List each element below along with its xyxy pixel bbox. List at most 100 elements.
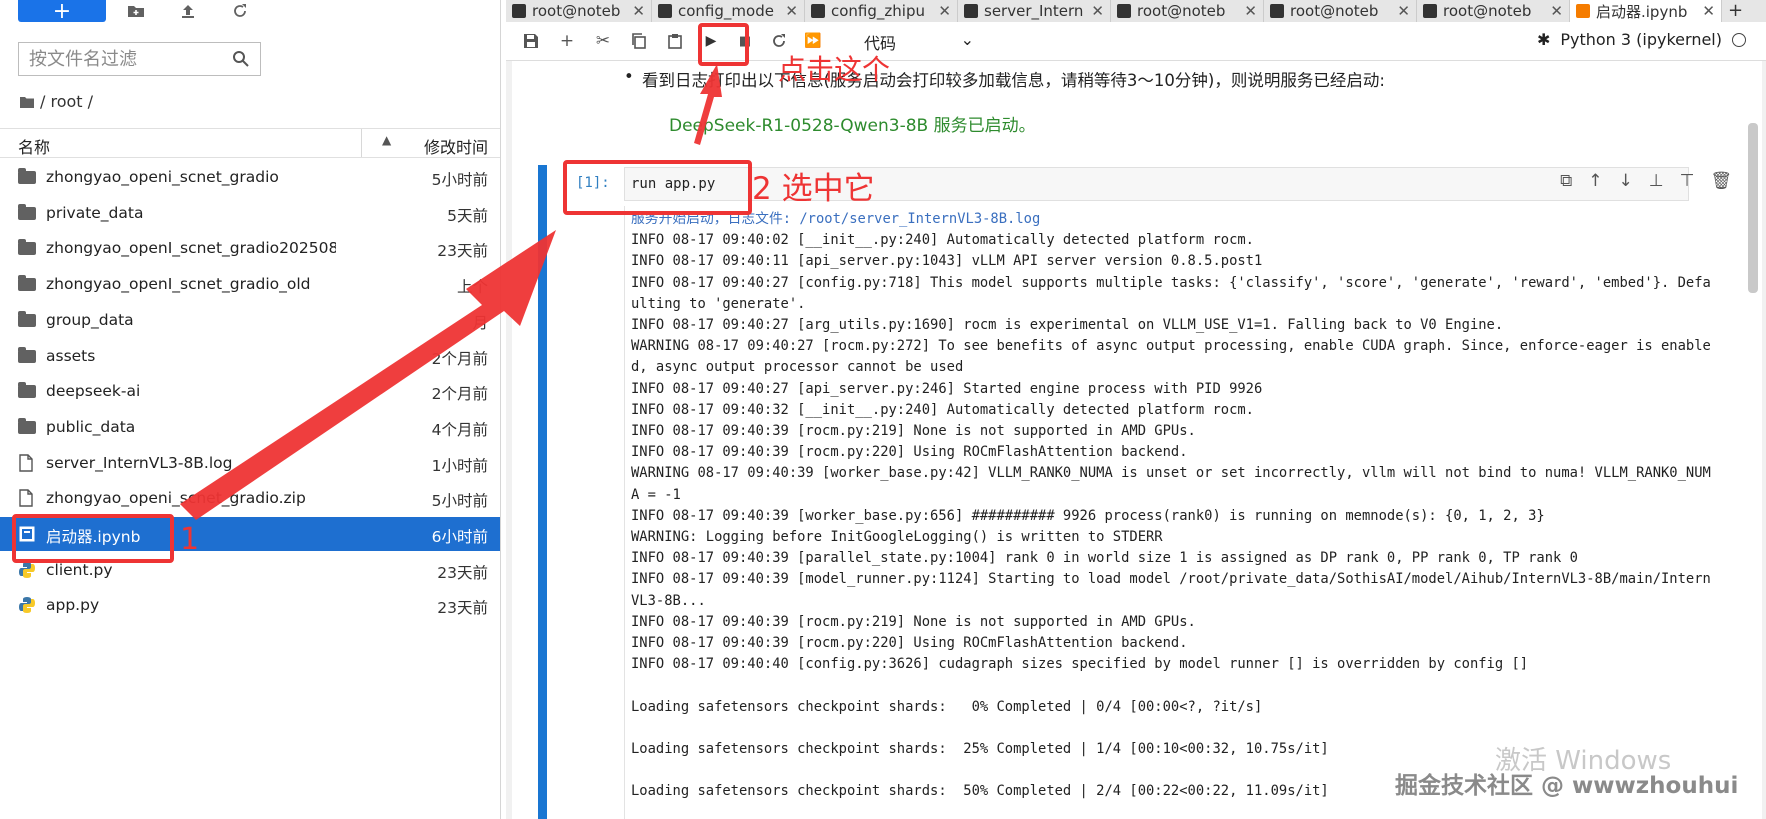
folder-icon bbox=[18, 417, 36, 434]
duplicate-cell-icon[interactable]: ⧉ bbox=[1560, 171, 1572, 191]
kernel-idle-icon bbox=[1732, 32, 1746, 47]
insert-cell-button[interactable]: + bbox=[556, 30, 578, 52]
file-row[interactable]: server_InternVL3-8B.log 1小时前 bbox=[0, 446, 500, 480]
upload-icon bbox=[182, 5, 194, 18]
tab[interactable]: config_zhipu ✕ bbox=[805, 0, 958, 22]
move-down-icon[interactable]: ↓ bbox=[1619, 171, 1633, 191]
close-icon[interactable]: ✕ bbox=[1397, 2, 1410, 20]
close-icon[interactable]: ✕ bbox=[1244, 2, 1257, 20]
markdown-text: 看到日志打印出以下信息(服务启动会打印较多加载信息，请稍等待3～10分钟)，则说… bbox=[642, 71, 1385, 90]
output-line: INFO 08-17 09:40:27 [arg_utils.py:1690] … bbox=[631, 317, 1504, 334]
file-row[interactable]: deepseek-ai 2个月前 bbox=[0, 374, 500, 408]
file-browser: + / root / 名称 ▲ 修改时间 zhongyao_openi_scne… bbox=[0, 0, 501, 819]
tab-label: config_mode bbox=[678, 2, 774, 20]
insert-below-icon[interactable]: ⊤ bbox=[1680, 171, 1695, 191]
close-icon[interactable]: ✕ bbox=[785, 2, 798, 20]
folder-icon bbox=[18, 346, 36, 363]
file-modified: 23天前 bbox=[437, 242, 488, 261]
upload-button[interactable] bbox=[176, 0, 200, 22]
tab[interactable]: root@noteb ✕ bbox=[506, 0, 652, 22]
tab-label: config_zhipu bbox=[831, 2, 925, 20]
refresh-button[interactable] bbox=[228, 0, 252, 22]
fast-forward-icon: ⏩ bbox=[804, 33, 822, 49]
markdown-cell: • 看到日志打印出以下信息(服务启动会打印较多加载信息，请稍等待3～10分钟)，… bbox=[624, 67, 1385, 91]
close-icon[interactable]: ✕ bbox=[1550, 2, 1563, 20]
tab[interactable]: root@noteb ✕ bbox=[1264, 0, 1417, 22]
file-modified: 2个月前 bbox=[431, 349, 488, 368]
output-line: INFO 08-17 09:40:39 [rocm.py:220] Using … bbox=[631, 444, 1188, 461]
output-line: INFO 08-17 09:40:27 [api_server.py:246] … bbox=[631, 380, 1263, 397]
file-name: server_InternVL3-8B.log bbox=[46, 453, 233, 472]
python-icon bbox=[18, 561, 36, 579]
move-up-icon[interactable]: ↑ bbox=[1588, 171, 1602, 191]
tab-label: server_Intern bbox=[984, 2, 1084, 20]
tab-label: root@noteb bbox=[532, 2, 621, 20]
file-row[interactable]: assets 2个月前 bbox=[0, 339, 500, 373]
restart-icon bbox=[773, 34, 785, 47]
terminal-icon bbox=[1270, 4, 1284, 18]
output-line: Loading safetensors checkpoint shards: 0… bbox=[631, 698, 1263, 715]
output-line: INFO 08-17 09:40:39 [worker_base.py:656]… bbox=[631, 507, 1545, 524]
folder-icon bbox=[18, 382, 36, 399]
output-line: WARNING 08-17 09:40:27 [rocm.py:272] To … bbox=[631, 338, 1711, 376]
tab[interactable]: server_Intern ✕ bbox=[958, 0, 1111, 22]
file-name: app.py bbox=[46, 596, 100, 615]
file-name: private_data bbox=[46, 203, 144, 222]
file-name: assets bbox=[46, 346, 96, 365]
breadcrumb-path[interactable]: / root / bbox=[40, 92, 93, 111]
scrollbar[interactable] bbox=[1748, 123, 1758, 293]
new-tab-icon[interactable]: + bbox=[1722, 0, 1749, 22]
tab-bar: root@noteb ✕ config_mode ✕ config_zhipu ✕ serv… bbox=[506, 0, 1766, 22]
filter-input[interactable] bbox=[19, 47, 232, 71]
tab-label: 启动器.ipynb bbox=[1596, 2, 1688, 21]
file-modified: 5小时前 bbox=[431, 171, 488, 189]
tab-label: root@noteb bbox=[1290, 2, 1379, 20]
output-line: INFO 08-17 09:40:39 [model_runner.py:112… bbox=[631, 571, 1711, 609]
new-folder-button[interactable] bbox=[124, 0, 148, 22]
save-icon bbox=[524, 34, 538, 48]
file-row[interactable]: zhongyao_openi_scnet_gradio.zip 5小时前 bbox=[0, 481, 500, 515]
file-name: zhongyao_openi_scnet_gradio bbox=[46, 168, 279, 186]
column-name[interactable]: 名称 bbox=[18, 134, 50, 158]
file-row[interactable]: app.py 23天前 bbox=[0, 588, 500, 622]
notebook-toolbar: + ✂ ▶ ■ ⏩ 代码 ⌄ ✱ Python 3 (ipykernel) bbox=[506, 22, 1766, 61]
close-icon[interactable]: ✕ bbox=[632, 2, 645, 20]
chevron-down-icon: ⌄ bbox=[960, 30, 974, 49]
output-line: INFO 08-17 09:40:39 [parallel_state.py:1… bbox=[631, 550, 1578, 567]
cell-output: 服务开始启动，日志文件: /root/server_InternVL3-8B.l… bbox=[631, 209, 1716, 803]
close-icon[interactable]: ✕ bbox=[938, 2, 951, 20]
file-row[interactable]: zhongyao_openI_scnet_gradio_old 上个 bbox=[0, 267, 500, 301]
refresh-icon bbox=[234, 4, 246, 17]
output-line: INFO 08-17 09:40:27 [config.py:718] This… bbox=[631, 274, 1711, 312]
column-divider[interactable] bbox=[361, 129, 362, 157]
file-row[interactable]: private_data 5天前 bbox=[0, 196, 500, 230]
file-row[interactable]: zhongyao_openi_scnet_gradio 5小时前 bbox=[0, 160, 500, 194]
cut-button[interactable]: ✂ bbox=[592, 30, 614, 52]
file-row[interactable]: public_data 4个月前 bbox=[0, 410, 500, 444]
file-row[interactable]: zhongyao_openI_scnet_gradio202508... 23天前 bbox=[0, 231, 500, 265]
tab[interactable]: root@noteb ✕ bbox=[1417, 0, 1570, 22]
close-icon[interactable]: ✕ bbox=[1702, 2, 1715, 20]
folder-icon[interactable] bbox=[20, 96, 34, 108]
paste-icon bbox=[668, 34, 682, 49]
search-icon[interactable] bbox=[232, 50, 250, 68]
sort-asc-icon[interactable]: ▲ bbox=[382, 133, 391, 147]
close-icon[interactable]: ✕ bbox=[1091, 2, 1104, 20]
file-icon bbox=[964, 4, 978, 18]
delete-cell-icon[interactable]: 🗑 bbox=[1710, 171, 1732, 191]
output-line: INFO 08-17 09:40:02 [__init__.py:240] Au… bbox=[631, 232, 1254, 249]
tab[interactable]: root@noteb ✕ bbox=[1111, 0, 1264, 22]
tab[interactable]: 启动器.ipynb ✕ bbox=[1570, 0, 1722, 22]
kernel-status[interactable]: ✱ Python 3 (ipykernel) bbox=[1537, 30, 1746, 49]
new-launcher-button[interactable]: + bbox=[18, 0, 106, 24]
column-modified[interactable]: 修改时间 bbox=[424, 134, 488, 158]
save-button[interactable] bbox=[520, 30, 542, 52]
bug-icon[interactable]: ✱ bbox=[1537, 30, 1550, 49]
paste-button[interactable] bbox=[664, 30, 686, 52]
insert-above-icon[interactable]: ⊥ bbox=[1649, 171, 1664, 191]
file-row[interactable]: group_data 月 bbox=[0, 303, 500, 337]
file-list-header: 名称 ▲ 修改时间 bbox=[0, 128, 500, 158]
tab[interactable]: config_mode ✕ bbox=[652, 0, 805, 22]
file-icon bbox=[18, 453, 36, 472]
copy-button[interactable] bbox=[628, 30, 650, 52]
